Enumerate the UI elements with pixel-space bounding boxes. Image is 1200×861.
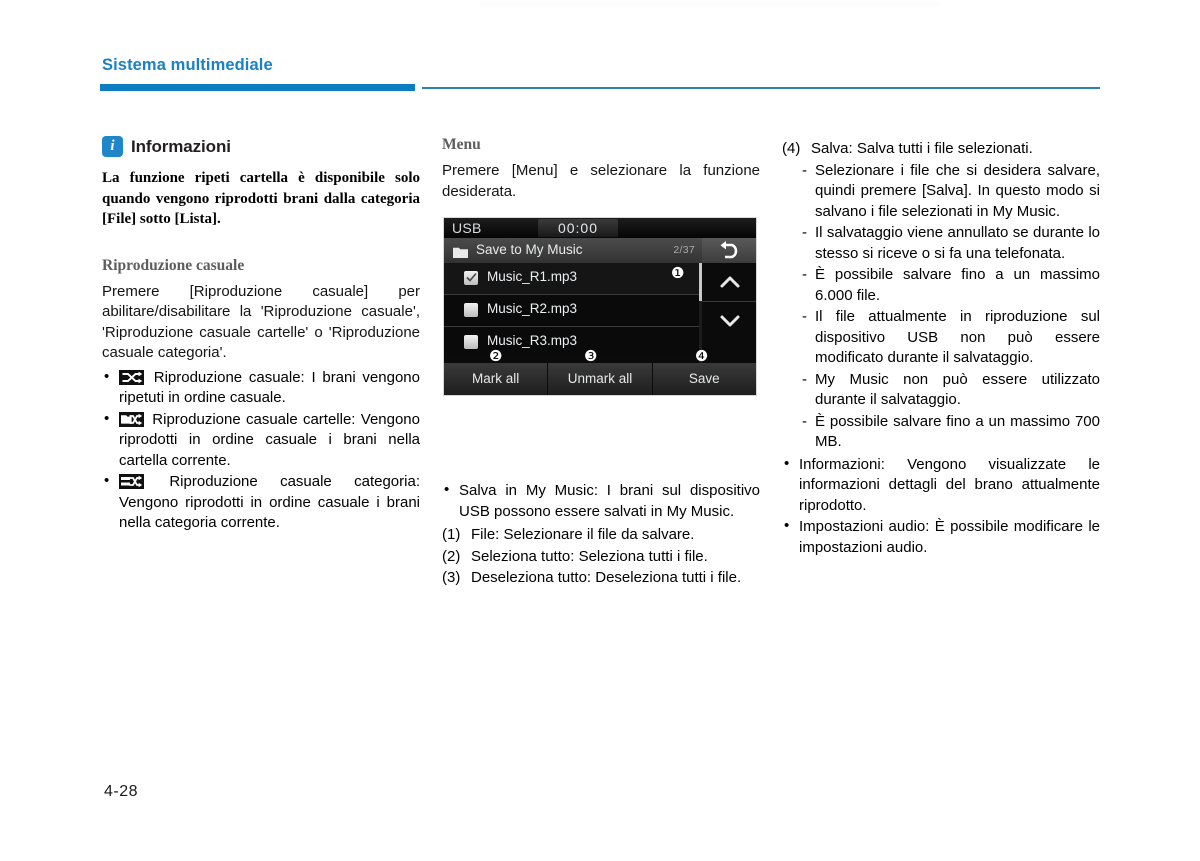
list-item: Salva in My Music: I brani sul dispositi… (442, 480, 760, 522)
list-item-number: (3) (442, 569, 461, 586)
usb-row-label: Music_R3.mp3 (487, 333, 578, 348)
list-item-label: Salva: Salva tutti i file selezionati. (811, 140, 1033, 157)
chapter-title: Sistema multimediale (102, 56, 273, 74)
list-item-label: Riproduzione casuale: I brani vengono ri… (119, 368, 420, 407)
list-item-label: Riproduzione casuale categoria: Vengono … (119, 473, 420, 531)
menu-numbered-list: (1) File: Selezionare il file da salvare… (442, 525, 760, 589)
usb-path-label: Save to My Music (476, 242, 583, 257)
callout-2: ❷ (489, 347, 503, 365)
save-notes-list: Selezionare i file che si desidera salva… (782, 161, 1100, 453)
chevron-down-icon (702, 315, 756, 344)
list-item: Riproduzione casuale cartelle: Vengono r… (102, 409, 420, 472)
menu-section-heading: Menu (442, 136, 481, 153)
usb-unmark-all-button[interactable]: Unmark all (548, 363, 653, 395)
callout-1: ❶ (671, 264, 685, 282)
usb-mark-all-button[interactable]: Mark all (444, 363, 549, 395)
list-item: (3) Deseleziona tutto: Deseleziona tutti… (442, 568, 760, 589)
usb-save-button[interactable]: Save (653, 363, 756, 395)
list-item: (2) Seleziona tutto: Seleziona tutti i f… (442, 547, 760, 568)
usb-file-row[interactable]: Music_R3.mp3 (444, 327, 702, 358)
usb-screen-figure: USB 00:00 Save to My Music 2/37 Music_R1… (443, 217, 757, 396)
shuffle-folder-icon (119, 411, 144, 427)
list-item-label: Riproduzione casuale cartelle: Vengono r… (119, 410, 420, 469)
list-item: (1) File: Selezionare il file da salvare… (442, 525, 760, 546)
list-item-number: (2) (442, 547, 461, 565)
shuffle-section-body: Premere [Riproduzione casuale] per abili… (102, 282, 420, 362)
usb-scroll-down-button[interactable] (702, 302, 756, 340)
info-title: Informazioni (131, 136, 231, 156)
list-item: (4) Salva: Salva tutti i file selezionat… (782, 139, 1100, 160)
usb-path-count: 2/37 (673, 244, 695, 256)
shuffle-category-icon (119, 474, 144, 489)
callout-3: ❸ (584, 347, 598, 365)
menu-section-body: Premere [Menu] e selezionare la funzione… (442, 162, 760, 200)
list-item-number: (4) (782, 140, 801, 157)
usb-row-checkbox[interactable] (464, 303, 478, 317)
usb-row-label: Music_R1.mp3 (487, 269, 578, 284)
usb-file-row[interactable]: Music_R2.mp3 (444, 295, 702, 327)
list-item: Il file attualmente in riproduzione sul … (802, 307, 1100, 369)
header-rule-primary (100, 84, 415, 91)
usb-row-checkbox[interactable] (464, 335, 478, 349)
shuffle-icon (119, 369, 144, 385)
info-heading: i Informazioni (102, 136, 420, 157)
page-header: Sistema multimediale (100, 56, 1100, 92)
callout-4: ❹ (695, 347, 709, 365)
shuffle-section-heading: Riproduzione casuale (102, 256, 245, 274)
header-rule-secondary (422, 87, 1100, 89)
list-item-number: (1) (442, 526, 461, 543)
page-number: 4-28 (104, 783, 139, 800)
list-item: Riproduzione casuale: I brani vengono ri… (102, 367, 420, 409)
list-item: È possibile salvare fino a un massimo 6.… (802, 265, 1100, 306)
usb-file-row[interactable]: Music_R1.mp3 (444, 263, 702, 295)
usb-row-label: Music_R2.mp3 (487, 301, 578, 316)
check-icon (465, 271, 478, 289)
usb-clock: 00:00 (538, 219, 618, 237)
list-item-label: Deseleziona tutto: Deseleziona tutti i f… (471, 569, 742, 586)
usb-softkey-bar: Mark all Unmark all Save (444, 363, 756, 395)
info-body-text: La funzione ripeti cartella è disponibil… (102, 170, 420, 227)
shuffle-mode-list: Riproduzione casuale: I brani vengono ri… (102, 367, 420, 534)
top-edge-artifact (480, 2, 940, 6)
column-middle: Menu Premere [Menu] e selezionare la fun… (442, 136, 760, 590)
save-info-list: Salva in My Music: I brani sul dispositi… (442, 480, 760, 522)
list-item: È possibile salvare fino a un massimo 70… (802, 412, 1100, 453)
list-item: My Music non può essere utilizzato duran… (802, 370, 1100, 411)
list-item: Riproduzione casuale categoria: Vengono … (102, 471, 420, 534)
folder-icon (453, 245, 468, 258)
usb-back-button[interactable] (702, 238, 756, 263)
usb-source-label: USB (452, 220, 482, 236)
save-numbered-list: (4) Salva: Salva tutti i file selezionat… (782, 139, 1100, 160)
info-icon: i (102, 136, 123, 157)
column-right: (4) Salva: Salva tutti i file selezionat… (782, 136, 1100, 559)
list-item-label: File: Selezionare il file da salvare. (471, 526, 695, 543)
list-item: Informazioni: Vengono visualizzate le in… (782, 454, 1100, 517)
list-item: Selezionare i file che si desidera salva… (802, 161, 1100, 223)
usb-scroll-up-button[interactable] (702, 263, 756, 302)
usb-row-checkbox[interactable] (464, 271, 478, 285)
column-left: i Informazioni La funzione ripeti cartel… (102, 136, 420, 535)
usb-path-bar[interactable]: Save to My Music 2/37 (444, 238, 702, 264)
list-item: Il salvataggio viene annullato se durant… (802, 223, 1100, 264)
list-item-label: Seleziona tutto: Seleziona tutti i file. (471, 547, 708, 565)
other-menu-list: Informazioni: Vengono visualizzate le in… (782, 454, 1100, 559)
list-item: Impostazioni audio: È possibile modifica… (782, 516, 1100, 558)
usb-title-bar: USB 00:00 (444, 218, 756, 238)
